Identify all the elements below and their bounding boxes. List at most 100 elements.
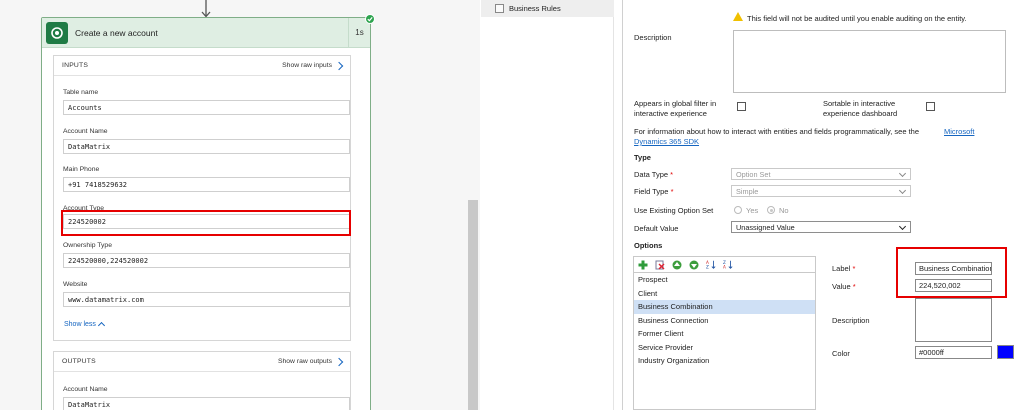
option-item[interactable]: Service Provider [634, 341, 815, 355]
options-heading: Options [634, 241, 663, 250]
output-value-account-name: DataMatrix [63, 397, 350, 410]
description-textarea[interactable] [733, 30, 1006, 93]
pane-divider [622, 0, 623, 410]
chevron-right-icon [334, 357, 344, 366]
show-raw-outputs-label: Show raw outputs [277, 358, 332, 365]
use-existing-yes-label: Yes [746, 206, 759, 215]
option-value-label: Value * [832, 282, 856, 291]
outputs-title: OUTPUTS [62, 358, 96, 365]
default-value-label: Default Value [634, 224, 679, 233]
color-swatch[interactable] [997, 345, 1014, 359]
use-existing-yes-radio[interactable] [734, 206, 742, 214]
solution-nav-pane: Business Rules [481, 0, 614, 410]
default-value: Unassigned Value [736, 222, 795, 232]
output-label-account-name: Account Name [63, 386, 108, 393]
show-raw-inputs-label: Show raw inputs [282, 62, 332, 69]
use-existing-no-radio[interactable] [767, 206, 775, 214]
screenshot-root: Create a new account 1s INPUTS Show raw … [0, 0, 1024, 410]
option-item[interactable]: Industry Organization [634, 354, 815, 368]
show-raw-outputs-link[interactable]: Show raw outputs [277, 357, 344, 366]
required-marker: * [852, 264, 856, 273]
outputs-section: OUTPUTS Show raw outputs Account Name Da… [53, 351, 351, 410]
flow-scrollbar[interactable] [468, 200, 478, 410]
data-type-label: Data Type * [634, 170, 673, 179]
sortable-label-line2: experience dashboard [823, 109, 898, 118]
outputs-header: OUTPUTS Show raw outputs [54, 352, 350, 372]
action-card-header[interactable]: Create a new account 1s [42, 17, 370, 48]
field-value-ownership-type: 224520000,224520002 [63, 253, 350, 268]
highlight-account-type [61, 210, 351, 236]
show-less-link[interactable]: Show less [64, 320, 105, 330]
nav-item-label: Business Rules [509, 4, 561, 13]
description-label: Description [634, 33, 672, 42]
sdk-link-part2[interactable]: Dynamics 365 SDK [634, 137, 699, 146]
sdk-info-text: For information about how to interact wi… [634, 127, 919, 136]
option-item[interactable]: Former Client [634, 327, 815, 341]
option-item[interactable]: Prospect [634, 273, 815, 287]
chevron-down-icon [898, 169, 907, 178]
show-less-label: Show less [64, 320, 96, 328]
option-label-label-text: Label [832, 264, 851, 273]
default-value-select[interactable]: Unassigned Value [731, 221, 911, 233]
required-marker: * [852, 282, 856, 291]
global-filter-label-line1: Appears in global filter in [634, 99, 717, 108]
svg-text:Z: Z [706, 265, 709, 270]
field-type-label-text: Field Type [634, 187, 669, 196]
sortable-checkbox[interactable] [926, 102, 935, 111]
option-description-textarea[interactable] [915, 298, 992, 342]
option-item[interactable]: Client [634, 287, 815, 301]
option-item-selected[interactable]: Business Combination [634, 300, 815, 314]
dataverse-icon [46, 21, 68, 44]
data-type-label-text: Data Type [634, 170, 669, 179]
sort-ascending-icon[interactable]: AZ [706, 260, 716, 270]
data-type-select[interactable]: Option Set [731, 168, 911, 180]
sdk-link-part1[interactable]: Microsoft [944, 127, 974, 136]
required-marker: * [670, 187, 674, 196]
inputs-section: INPUTS Show raw inputs Table name Accoun… [53, 55, 351, 341]
option-value-label-text: Value [832, 282, 851, 291]
chevron-down-icon [898, 222, 907, 231]
action-title: Create a new account [75, 27, 158, 38]
option-color-label: Color [832, 349, 850, 358]
global-filter-checkbox[interactable] [737, 102, 746, 111]
option-item[interactable]: Business Connection [634, 314, 815, 328]
chevron-down-icon [898, 186, 907, 195]
delete-option-icon[interactable] [655, 260, 665, 270]
type-heading: Type [634, 153, 651, 162]
options-toolbar: AZ ZA [633, 256, 816, 272]
audit-warning: This field will not be audited until you… [747, 14, 967, 23]
field-value-table-name: Accounts [63, 100, 350, 115]
add-option-icon[interactable] [638, 260, 648, 270]
highlight-label-value [896, 247, 1007, 298]
use-existing-no-label: No [779, 206, 789, 215]
chevron-right-icon [334, 61, 344, 70]
warning-icon [733, 12, 743, 21]
data-type-value: Option Set [736, 169, 771, 179]
inputs-header: INPUTS Show raw inputs [54, 56, 350, 76]
show-raw-inputs-link[interactable]: Show raw inputs [282, 61, 344, 70]
move-down-icon[interactable] [689, 260, 699, 270]
sortable-label-line1: Sortable in interactive [823, 99, 896, 108]
field-type-select[interactable]: Simple [731, 185, 911, 197]
required-marker: * [670, 170, 674, 179]
option-label-label: Label * [832, 264, 855, 273]
field-type-value: Simple [736, 186, 759, 196]
option-color-input[interactable]: #0000ff [915, 346, 992, 359]
field-value-main-phone: +91 7418529632 [63, 177, 350, 192]
global-filter-label-line2: interactive experience [634, 109, 707, 118]
move-up-icon[interactable] [672, 260, 682, 270]
options-list: Prospect Client Business Combination Bus… [633, 272, 816, 410]
nav-item-business-rules[interactable]: Business Rules [481, 0, 614, 17]
field-label-main-phone: Main Phone [63, 166, 100, 173]
field-value-account-name: DataMatrix [63, 139, 350, 154]
connector-arrow-icon [201, 0, 211, 18]
chevron-up-icon [97, 321, 105, 330]
option-description-label: Description [832, 316, 870, 325]
field-type-label: Field Type * [634, 187, 673, 196]
success-check-icon [365, 14, 375, 24]
field-value-website: www.datamatrix.com [63, 292, 350, 307]
use-existing-label: Use Existing Option Set [634, 206, 714, 215]
business-rules-icon [495, 4, 504, 13]
sort-descending-icon[interactable]: ZA [723, 260, 733, 270]
field-label-ownership-type: Ownership Type [63, 242, 112, 249]
